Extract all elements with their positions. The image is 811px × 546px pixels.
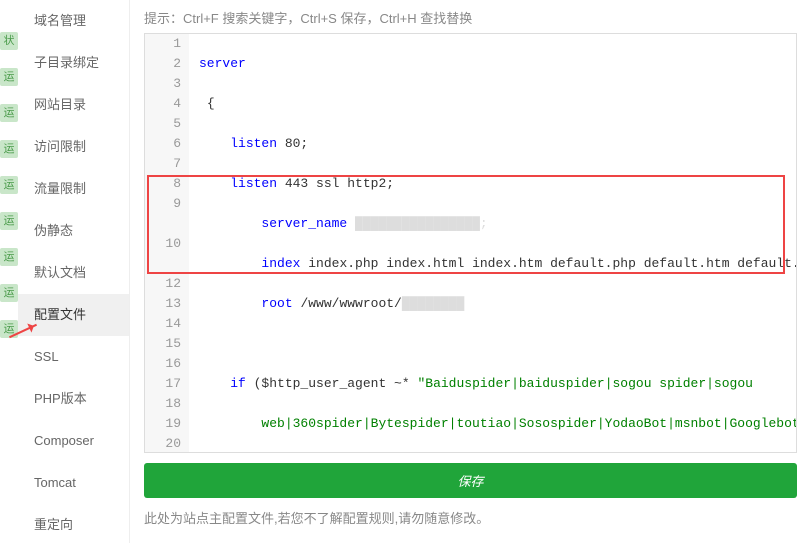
sidebar-item-4[interactable]: 流量限制 — [18, 168, 129, 210]
hint-text: 提示：Ctrl+F 搜索关键字，Ctrl+S 保存，Ctrl+H 查找替换 — [144, 8, 797, 27]
sidebar-item-10[interactable]: Composer — [18, 420, 129, 462]
status-badge-7: 运 — [0, 284, 18, 302]
sidebar-item-9[interactable]: PHP版本 — [18, 378, 129, 420]
sidebar-item-6[interactable]: 默认文档 — [18, 252, 129, 294]
sidebar-item-1[interactable]: 子目录绑定 — [18, 42, 129, 84]
sidebar-item-8[interactable]: SSL — [18, 336, 129, 378]
sidebar-item-12[interactable]: 重定向 — [18, 504, 129, 546]
sidebar-item-0[interactable]: 域名管理 — [18, 0, 129, 42]
status-badge-5: 运 — [0, 212, 18, 230]
save-button[interactable]: 保存 — [144, 463, 797, 498]
highlight-box — [147, 175, 785, 274]
sidebar: 域名管理子目录绑定网站目录访问限制流量限制伪静态默认文档配置文件SSLPHP版本… — [18, 0, 130, 543]
sidebar-item-5[interactable]: 伪静态 — [18, 210, 129, 252]
footer-note: 此处为站点主配置文件,若您不了解配置规则,请勿随意修改。 — [144, 508, 797, 527]
status-badge-0: 状 — [0, 32, 18, 50]
sidebar-item-3[interactable]: 访问限制 — [18, 126, 129, 168]
sidebar-item-2[interactable]: 网站目录 — [18, 84, 129, 126]
status-badge-6: 运 — [0, 248, 18, 266]
sidebar-item-11[interactable]: Tomcat — [18, 462, 129, 504]
status-badge-2: 运 — [0, 104, 18, 122]
status-badges: 状运运运运运运运运 — [0, 0, 18, 543]
status-badge-3: 运 — [0, 140, 18, 158]
code-editor[interactable]: 1234567891012131415161718192021 server {… — [144, 33, 797, 453]
status-badge-1: 运 — [0, 68, 18, 86]
main-panel: 提示：Ctrl+F 搜索关键字，Ctrl+S 保存，Ctrl+H 查找替换 12… — [130, 0, 811, 543]
status-badge-4: 运 — [0, 176, 18, 194]
